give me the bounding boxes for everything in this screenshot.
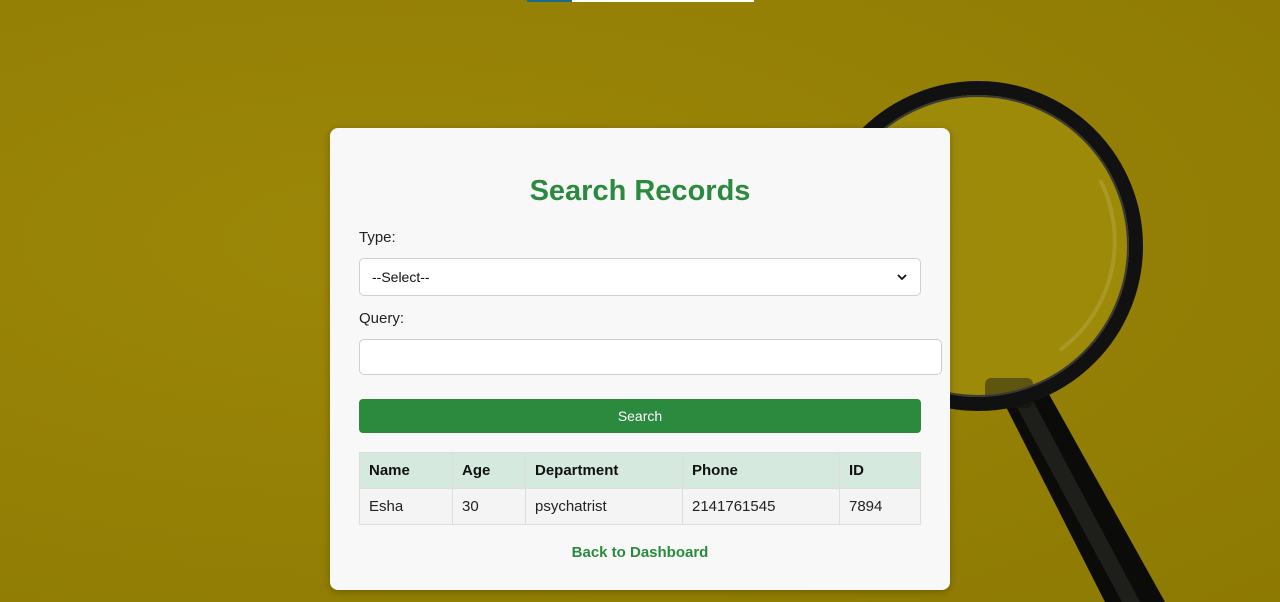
cell-id: 7894 [839, 488, 921, 525]
cell-name: Esha [359, 488, 453, 525]
column-header-name: Name [359, 452, 453, 489]
table-row: Esha 30 psychatrist 2141761545 7894 [359, 488, 921, 525]
column-header-id: ID [839, 452, 921, 489]
column-header-phone: Phone [682, 452, 840, 489]
column-header-age: Age [452, 452, 526, 489]
cell-age: 30 [452, 488, 526, 525]
page-title: Search Records [529, 175, 751, 207]
search-card: Search Records Type: --Select-- Query: S… [330, 128, 950, 590]
type-label: Type: [359, 229, 396, 246]
chevron-down-icon [897, 274, 907, 281]
cell-department: psychatrist [525, 488, 683, 525]
type-select-value: --Select-- [372, 269, 430, 285]
results-table: Name Age Department Phone ID Esha 30 psy… [359, 452, 921, 525]
cell-phone: 2141761545 [682, 488, 840, 525]
column-header-department: Department [525, 452, 683, 489]
back-to-dashboard-link[interactable]: Back to Dashboard [330, 544, 950, 561]
query-input[interactable] [359, 339, 942, 375]
search-button[interactable]: Search [359, 399, 921, 433]
table-header-row: Name Age Department Phone ID [359, 452, 921, 489]
type-select[interactable]: --Select-- [359, 258, 921, 296]
query-label: Query: [359, 310, 405, 327]
